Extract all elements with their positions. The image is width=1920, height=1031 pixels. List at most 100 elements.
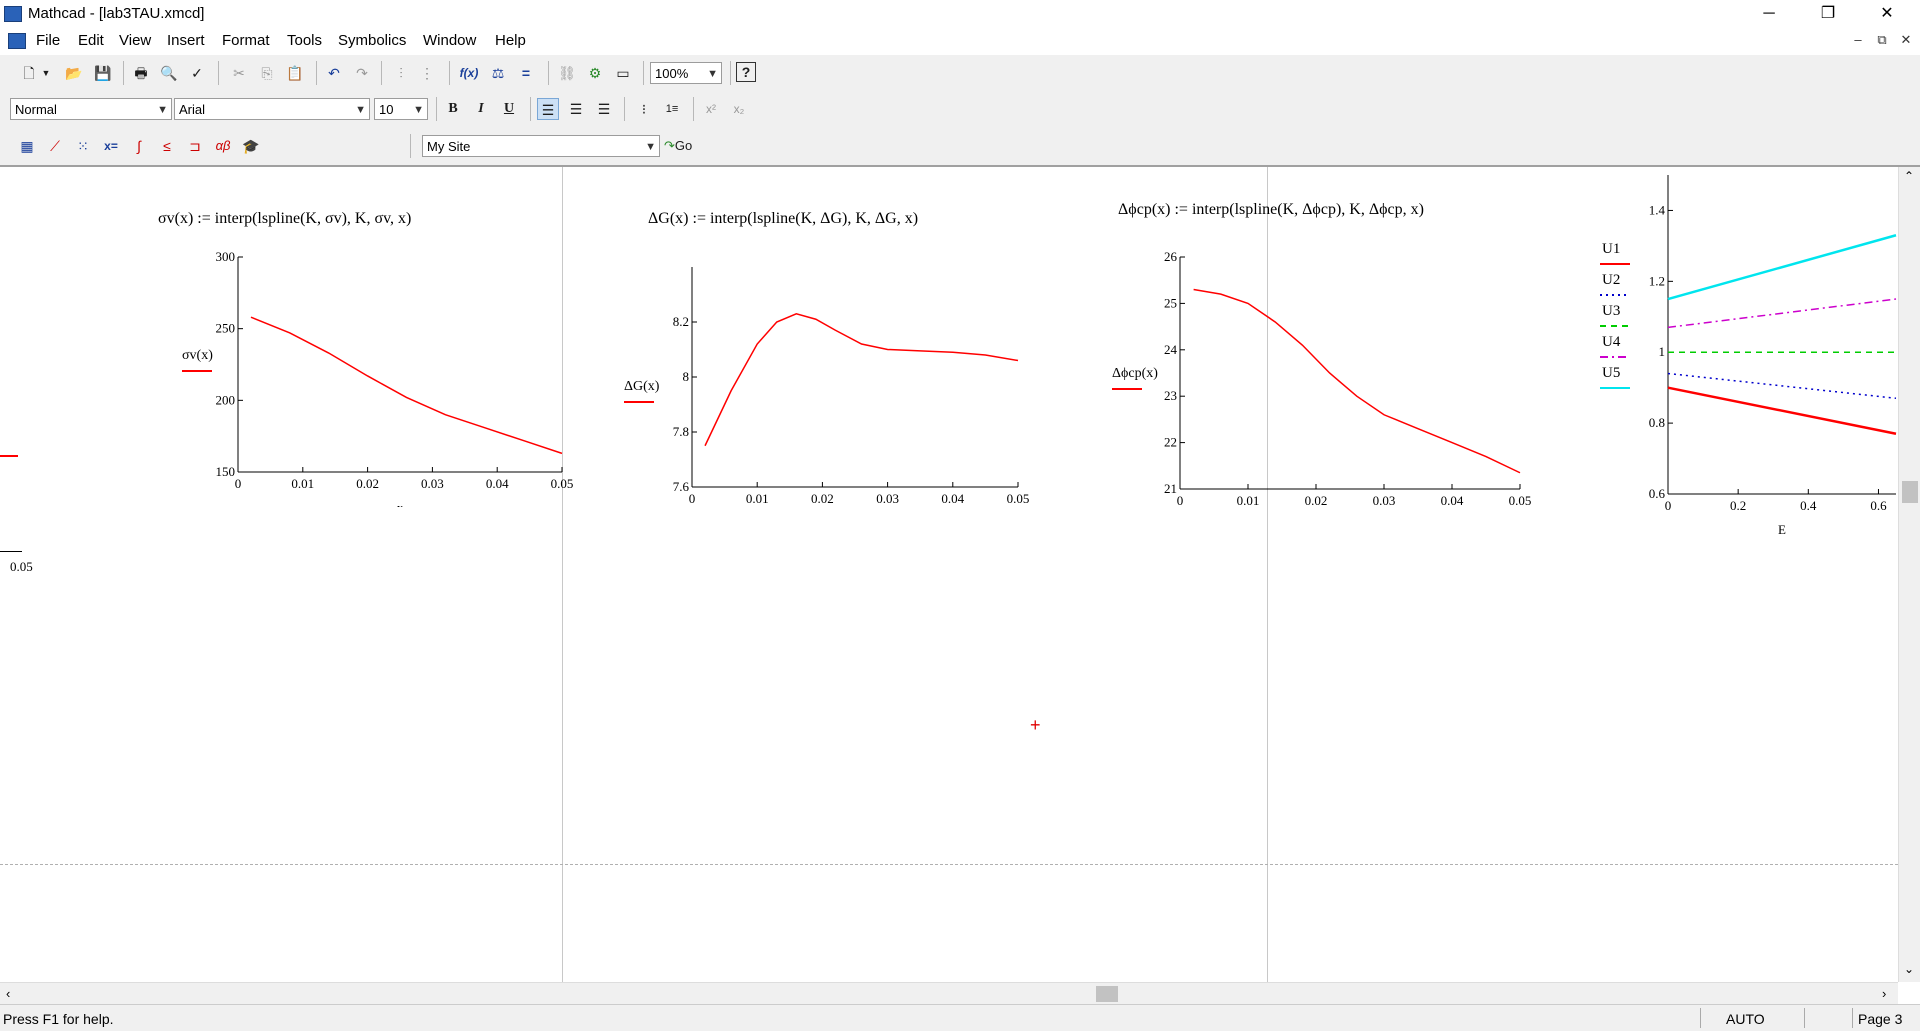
y-tick-label: 250 xyxy=(216,321,236,336)
insert-hyperlink-icon[interactable]: ⛓ xyxy=(556,62,578,84)
print-preview-icon[interactable]: 🔍 xyxy=(158,62,180,84)
align-down-icon[interactable]: ⋮ xyxy=(416,62,438,84)
superscript-icon[interactable]: x² xyxy=(700,98,722,120)
spell-check-icon[interactable]: ✓ xyxy=(186,62,208,84)
menu-tools[interactable]: Tools xyxy=(287,32,322,49)
mathcad-app-icon xyxy=(4,6,22,22)
menu-insert[interactable]: Insert xyxy=(167,32,205,49)
underline-button[interactable]: U xyxy=(498,98,520,120)
vertical-scrollbar[interactable]: ⌃ ⌄ xyxy=(1898,167,1920,982)
formula-delta-phi[interactable]: Δϕcp(x) := interp(lspline(K, Δϕcp), K, Δ… xyxy=(1118,201,1424,219)
italic-button[interactable]: I xyxy=(470,98,492,120)
calculate-icon[interactable]: = xyxy=(515,62,537,84)
insert-unit-icon[interactable]: ⚖ xyxy=(487,62,509,84)
align-left-icon[interactable]: ☰ xyxy=(537,98,559,120)
graph-icon[interactable]: ⟋ xyxy=(44,135,66,157)
x-tick-label: 0 xyxy=(235,476,242,491)
toolbar-separator xyxy=(123,61,124,85)
save-icon[interactable]: 💾 xyxy=(92,62,114,84)
open-folder-icon[interactable]: 📂 xyxy=(63,62,85,84)
formula-sigma-v[interactable]: σv(x) := interp(lspline(K, σv), K, σv, x… xyxy=(158,210,411,228)
align-center-icon[interactable]: ☰ xyxy=(565,98,587,120)
cut-icon[interactable]: ✂ xyxy=(228,62,250,84)
undo-icon[interactable]: ↶ xyxy=(323,62,345,84)
document-icon[interactable] xyxy=(8,33,26,49)
scroll-up-icon[interactable]: ⌃ xyxy=(1904,169,1914,183)
programming-icon[interactable]: ⊐ xyxy=(184,135,206,157)
menu-window[interactable]: Window xyxy=(423,32,476,49)
y-tick-label: 25 xyxy=(1164,295,1177,310)
copy-icon[interactable]: ⎘ xyxy=(256,62,278,84)
menu-view[interactable]: View xyxy=(119,32,151,49)
x-tick-label: 0.04 xyxy=(1441,493,1464,508)
site-select[interactable]: My Site ▼ xyxy=(422,135,660,157)
menu-format[interactable]: Format xyxy=(222,32,270,49)
plot-u-vs-e[interactable]: 0 0.2 0.4 0.6 0.6 0.8 1 1.2 1.4 E U1 U2 U3 U4 U5 xyxy=(1600,167,1898,547)
menu-symbolics[interactable]: Symbolics xyxy=(338,32,406,49)
font-size-select[interactable]: 10 ▼ xyxy=(374,98,428,120)
status-divider xyxy=(1804,1008,1805,1028)
insert-function-icon[interactable]: f(x) xyxy=(458,62,480,84)
plot-delta-phi[interactable]: 00.010.020.030.040.05212223242526xΔϕcp(x… xyxy=(1100,247,1550,532)
doc-minimize-button[interactable]: – xyxy=(1848,32,1868,47)
scroll-down-icon[interactable]: ⌄ xyxy=(1904,962,1914,976)
calculus-icon[interactable]: ∫ xyxy=(128,135,150,157)
worksheet[interactable]: 0.05 σv(x) := interp(lspline(K, σv), K, … xyxy=(0,167,1898,982)
x-tick-label: 0.04 xyxy=(486,476,509,491)
plot-sigma-v[interactable]: 0 0.01 0.02 0.03 0.04 0.05 150 200 250 300 x σv(x) xyxy=(160,247,580,515)
bold-button[interactable]: B xyxy=(442,98,464,120)
boolean-icon[interactable]: ≤ xyxy=(156,135,178,157)
menu-help[interactable]: Help xyxy=(495,32,526,49)
insert-component-icon[interactable]: ⚙ xyxy=(584,62,606,84)
greek-icon[interactable]: αβ xyxy=(212,135,234,157)
restore-button[interactable]: ❐ xyxy=(1805,0,1851,28)
zoom-select[interactable]: 100% ▼ xyxy=(650,62,722,84)
bullet-list-icon[interactable]: ⁝ xyxy=(633,98,655,120)
y-tick-label: 7.6 xyxy=(673,479,690,494)
scroll-right-icon[interactable]: › xyxy=(1882,986,1886,1001)
subscript-icon[interactable]: x₂ xyxy=(728,98,750,120)
x-tick-label: 0.02 xyxy=(1305,493,1328,508)
standard-toolbar: 🗋 ▼ 📂 💾 🖶 🔍 ✓ ✂ ⎘ 📋 ↶ ↷ ⫶ ⋮ f(x) ⚖ = ⛓ ⚙… xyxy=(0,55,1920,92)
matrix-icon[interactable]: ⁙ xyxy=(72,135,94,157)
scroll-left-icon[interactable]: ‹ xyxy=(6,986,10,1001)
close-button[interactable]: ✕ xyxy=(1864,0,1910,28)
formula-text: ΔG(x) := interp(lspline(K, ΔG), K, ΔG, x… xyxy=(648,210,919,227)
calculator-icon[interactable]: ▦ xyxy=(16,135,38,157)
numbered-list-icon[interactable]: 1≡ xyxy=(661,98,683,120)
series-line xyxy=(1667,234,1897,301)
new-document-icon[interactable]: 🗋 xyxy=(18,62,40,84)
legend-label: U2 xyxy=(1602,272,1620,288)
help-icon[interactable]: ? xyxy=(736,62,756,82)
horizontal-scroll-thumb[interactable] xyxy=(1096,986,1118,1002)
doc-close-button[interactable]: ✕ xyxy=(1896,32,1916,48)
menu-edit[interactable]: Edit xyxy=(78,32,104,49)
paste-icon[interactable]: 📋 xyxy=(284,62,306,84)
menu-file[interactable]: File xyxy=(36,32,60,49)
font-size-value: 10 xyxy=(379,102,394,117)
toolbar-separator xyxy=(449,61,450,85)
vertical-scroll-thumb[interactable] xyxy=(1902,481,1918,503)
resources-icon[interactable]: ▭ xyxy=(612,62,634,84)
font-select[interactable]: Arial ▼ xyxy=(174,98,370,120)
style-select[interactable]: Normal ▼ xyxy=(10,98,172,120)
align-right-icon[interactable]: ☰ xyxy=(593,98,615,120)
x-tick-label: 0.02 xyxy=(811,491,834,506)
plot-delta-g[interactable]: 0 0.01 0.02 0.03 0.04 0.05 7.6 7.8 8 8.2 x ΔG(x) xyxy=(610,257,1050,530)
formula-text: Δϕcp(x) := interp(lspline(K, Δϕcp), K, Δ… xyxy=(1118,201,1424,218)
minimize-button[interactable]: ─ xyxy=(1746,0,1792,28)
x-tick-label: 0.4 xyxy=(1800,498,1817,513)
redo-icon[interactable]: ↷ xyxy=(351,62,373,84)
go-button[interactable]: ↷Go xyxy=(664,135,704,157)
horizontal-scrollbar[interactable]: ‹ › xyxy=(0,982,1898,1005)
align-across-icon[interactable]: ⫶ xyxy=(390,62,412,84)
x-tick-label: 0.6 xyxy=(1870,498,1887,513)
x-tick-label: 0.2 xyxy=(1730,498,1746,513)
symbolic-icon[interactable]: 🎓 xyxy=(240,135,262,157)
evaluation-icon[interactable]: x= xyxy=(100,135,122,157)
toolbar-separator xyxy=(693,97,694,121)
print-icon[interactable]: 🖶 xyxy=(130,62,152,84)
doc-restore-button[interactable]: ⧉ xyxy=(1872,32,1892,48)
new-dropdown-icon[interactable]: ▼ xyxy=(40,62,52,84)
formula-delta-g[interactable]: ΔG(x) := interp(lspline(K, ΔG), K, ΔG, x… xyxy=(648,210,918,228)
